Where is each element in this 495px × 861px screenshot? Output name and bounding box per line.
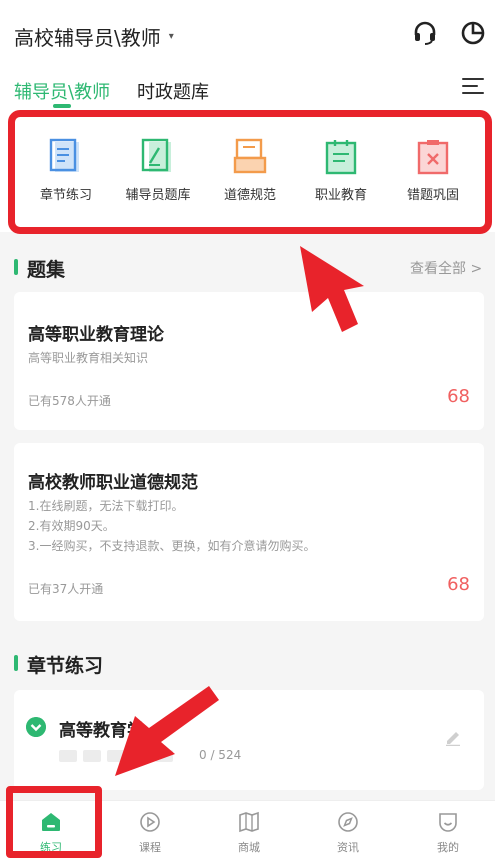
nav-courses[interactable]: 课程 bbox=[120, 811, 180, 855]
question-set-description-line: 2.有效期90天。 bbox=[28, 519, 115, 533]
question-set-price: 68 bbox=[447, 574, 470, 595]
question-set-subscribers: 已有37人开通 bbox=[28, 582, 104, 596]
menu-icon[interactable] bbox=[462, 78, 484, 96]
question-set-card[interactable]: 高校教师职业道德规范 1.在线刷题，无法下载打印。 2.有效期90天。 3.一经… bbox=[14, 443, 484, 621]
nav-label: 课程 bbox=[139, 841, 161, 854]
exam-title[interactable]: 高校辅导员\教师 bbox=[14, 22, 161, 51]
active-tab-indicator bbox=[53, 104, 71, 108]
book-icon bbox=[239, 811, 259, 833]
nav-label: 资讯 bbox=[337, 841, 359, 854]
question-set-description-line: 3.一经购买，不支持退款、更换，如有介意请勿购买。 bbox=[28, 539, 316, 553]
question-set-price: 68 bbox=[447, 386, 470, 407]
tab-counselor-teacher[interactable]: 辅导员\教师 bbox=[14, 78, 110, 104]
chapter-item[interactable]: 高等教育学 0 / 524 bbox=[14, 690, 484, 790]
question-set-description: 高等职业教育相关知识 bbox=[28, 351, 149, 365]
nav-label: 商城 bbox=[238, 841, 260, 854]
question-set-title: 高等职业教育理论 bbox=[28, 325, 164, 345]
expand-chevron-icon[interactable] bbox=[26, 717, 46, 737]
section-accent-bar bbox=[14, 259, 18, 275]
view-all-link[interactable]: 查看全部 > bbox=[410, 258, 482, 278]
pencil-icon[interactable] bbox=[444, 728, 462, 746]
question-set-title: 高校教师职业道德规范 bbox=[28, 473, 198, 493]
chevron-down-icon[interactable]: ▾ bbox=[169, 31, 174, 42]
section-accent-bar bbox=[14, 655, 18, 671]
headset-icon[interactable] bbox=[412, 20, 438, 46]
question-set-subscribers: 已有578人开通 bbox=[28, 394, 111, 408]
section-title-chapter-practice: 章节练习 bbox=[27, 655, 104, 677]
exam-selector[interactable]: 高校辅导员\教师 ▾ bbox=[14, 22, 174, 51]
nav-shop[interactable]: 商城 bbox=[219, 811, 279, 855]
compass-icon bbox=[338, 812, 358, 832]
question-set-description-line: 1.在线刷题，无法下载打印。 bbox=[28, 499, 184, 513]
section-title-question-sets: 题集 bbox=[27, 259, 66, 281]
annotation-highlight-box bbox=[8, 110, 492, 234]
play-icon bbox=[140, 812, 160, 832]
timer-icon[interactable] bbox=[460, 20, 486, 46]
profile-icon bbox=[439, 813, 457, 832]
question-set-card[interactable]: 高等职业教育理论 高等职业教育相关知识 已有578人开通 68 bbox=[14, 292, 484, 430]
annotation-arrow-icon bbox=[115, 686, 219, 776]
nav-news[interactable]: 资讯 bbox=[318, 811, 378, 855]
app-header: 高校辅导员\教师 ▾ bbox=[0, 0, 495, 70]
nav-profile[interactable]: 我的 bbox=[418, 811, 478, 855]
annotation-arrow-icon bbox=[300, 246, 364, 332]
nav-label: 我的 bbox=[437, 841, 459, 854]
tab-current-affairs[interactable]: 时政题库 bbox=[137, 78, 209, 104]
annotation-highlight-box bbox=[6, 786, 102, 858]
category-tabs: 辅导员\教师 时政题库 bbox=[0, 70, 495, 110]
